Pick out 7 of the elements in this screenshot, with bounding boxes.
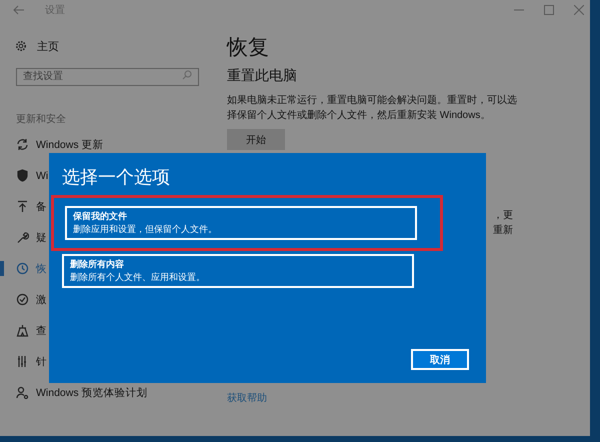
- description-text: ，更: [493, 209, 513, 223]
- page-heading: 恢复: [227, 35, 269, 61]
- section-label: 更新和安全: [16, 112, 66, 126]
- dialog-title: 选择一个选项: [62, 166, 170, 189]
- description-text: 重新: [493, 224, 513, 238]
- description-text: 如果电脑未正常运行，重置电脑可能会解决问题。重置时，可以选择保留个人文件或删除个人文件，然后重新安装 Windows。: [227, 94, 518, 123]
- section-heading: 重置此电脑: [227, 67, 297, 85]
